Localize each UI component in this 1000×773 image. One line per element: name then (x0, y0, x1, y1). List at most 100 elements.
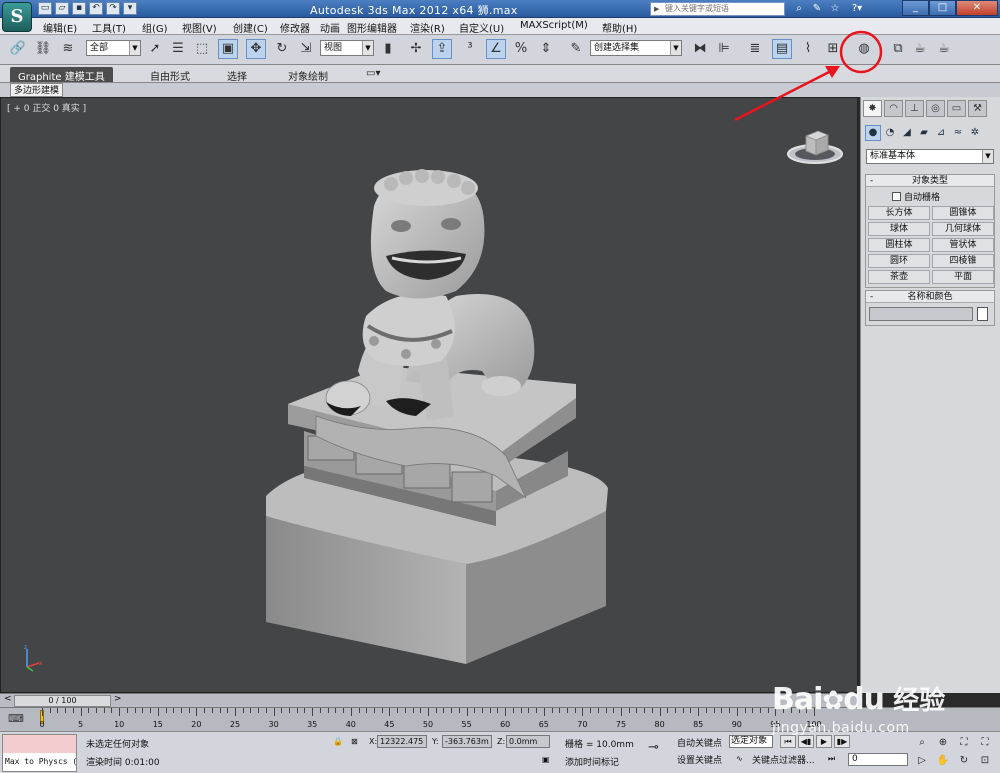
tab-freeform[interactable]: 自由形式 (142, 67, 198, 83)
x-coord-field[interactable]: 12322.475 (377, 735, 427, 748)
mirror-icon[interactable]: ⧓ (690, 39, 710, 59)
material-editor-icon[interactable]: ◍ (854, 39, 874, 59)
shapes-icon[interactable]: ◔ (882, 125, 898, 141)
binoculars-icon[interactable]: ⌕ (792, 2, 806, 15)
utilities-tab-icon[interactable]: ⚒ (968, 100, 987, 117)
geosphere-button[interactable]: 几何球体 (932, 222, 994, 236)
polygon-modeling-panel[interactable]: 多边形建模 (10, 83, 64, 97)
named-selection-dropdown[interactable]: 创建选择集 ▼ (590, 40, 682, 56)
tube-button[interactable]: 管状体 (932, 238, 994, 252)
key-selection-dropdown[interactable]: 选定对象 (729, 735, 773, 748)
bind-space-warp-icon[interactable]: ≋ (58, 39, 78, 59)
select-scale-icon[interactable]: ⇲ (296, 39, 316, 59)
pivot-center-icon[interactable]: ▮ (378, 39, 398, 59)
percent-snap-icon[interactable]: % (511, 39, 531, 59)
menu-animation[interactable]: 动画 (320, 20, 340, 35)
geometry-icon[interactable]: ● (865, 125, 881, 141)
search-input[interactable]: 键入关键字或短语 (650, 2, 785, 16)
systems-icon[interactable]: ✲ (967, 125, 983, 141)
time-tag-icon[interactable]: ▣ (542, 755, 550, 764)
ribbon-options-icon[interactable]: ▭▾ (358, 67, 388, 82)
star-icon[interactable]: ☆ (828, 2, 842, 15)
select-object-icon[interactable]: ➚ (145, 39, 165, 59)
layer-manager-icon[interactable]: ≣ (745, 39, 765, 59)
display-tab-icon[interactable]: ▭ (947, 100, 966, 117)
lock-icon[interactable]: 🔒 (333, 737, 343, 746)
add-time-tag-button[interactable]: 添加时间标记 (565, 755, 619, 768)
box-button[interactable]: 长方体 (868, 206, 930, 220)
rendered-frame-window-icon[interactable]: ☕ (910, 39, 930, 59)
prev-frame-arrow-icon[interactable]: < (4, 694, 12, 704)
hierarchy-tab-icon[interactable]: ⊥ (905, 100, 924, 117)
select-move-icon[interactable]: ✥ (246, 39, 266, 59)
unlink-icon[interactable]: ⛓ (33, 39, 53, 59)
go-to-start-icon[interactable]: ⏮ (780, 735, 796, 748)
cone-button[interactable]: 圆锥体 (932, 206, 994, 220)
project-folder-icon[interactable]: ▾ (123, 2, 137, 15)
pan-icon[interactable]: ✋ (933, 752, 953, 769)
absolute-mode-icon[interactable]: ⊠ (351, 737, 358, 746)
name-color-header[interactable]: - 名称和颜色 (866, 291, 994, 303)
menu-edit[interactable]: 编辑(E) (43, 20, 77, 35)
rectangular-region-icon[interactable]: ⬚ (192, 39, 212, 59)
key-filters-button[interactable]: 关键点过滤器... (752, 753, 815, 766)
edit-named-selection-icon[interactable]: ✎ (566, 39, 586, 59)
modify-tab-icon[interactable]: ◠ (884, 100, 903, 117)
key-icon[interactable]: ⊸ (648, 740, 670, 755)
maxscript-input[interactable] (3, 735, 76, 753)
orbit-icon[interactable]: ↻ (954, 752, 974, 769)
keyboard-shortcut-toggle-icon[interactable]: ⇪ (432, 39, 452, 59)
select-manipulate-icon[interactable]: ✢ (406, 39, 426, 59)
menu-graph-editors[interactable]: 图形编辑器 (347, 20, 397, 35)
object-name-field[interactable] (869, 307, 973, 321)
redo-icon[interactable]: ↷ (106, 2, 120, 15)
timeline-ruler[interactable]: 0 5 10 15 20 25 30 35 40 45 50 55 60 65 70 75 80 85 90 95 10… (39, 708, 842, 732)
auto-key-button[interactable]: 自动关键点 (677, 736, 722, 749)
menu-customize[interactable]: 自定义(U) (459, 20, 504, 35)
app-logo-icon[interactable]: S (2, 2, 32, 32)
help-icon[interactable]: ?▾ (846, 2, 868, 15)
select-rotate-icon[interactable]: ↻ (272, 39, 292, 59)
teapot-button[interactable]: 茶壶 (868, 270, 930, 284)
time-slider[interactable]: 0 / 100 (14, 695, 111, 707)
save-file-icon[interactable]: ▪ (72, 2, 86, 15)
lights-icon[interactable]: ◢ (899, 125, 915, 141)
object-color-swatch[interactable] (977, 307, 988, 321)
zoom-extents-icon[interactable]: ⛶ (954, 734, 974, 751)
object-type-header[interactable]: - 对象类型 (866, 175, 994, 187)
motion-tab-icon[interactable]: ◎ (926, 100, 945, 117)
perspective-viewport[interactable]: [ + 0 正交 0 真实 ] z x (0, 97, 858, 693)
menu-create[interactable]: 创建(C) (233, 20, 268, 35)
cameras-icon[interactable]: ▰ (916, 125, 932, 141)
play-icon[interactable]: ▶ (816, 735, 832, 748)
select-link-icon[interactable]: 🔗 (8, 39, 28, 59)
torus-button[interactable]: 圆环 (868, 254, 930, 268)
select-by-name-icon[interactable]: ☰ (168, 39, 188, 59)
menu-rendering[interactable]: 渲染(R) (410, 20, 445, 35)
plane-button[interactable]: 平面 (932, 270, 994, 284)
viewcube-icon[interactable] (784, 126, 846, 166)
window-crossing-icon[interactable]: ▣ (218, 39, 238, 59)
zoom-icon[interactable]: ⌕ (912, 734, 932, 751)
close-button[interactable]: ✕ (956, 0, 998, 16)
checkbox-icon[interactable] (892, 192, 901, 201)
tab-graphite-modeling[interactable]: Graphite 建模工具 (10, 67, 113, 83)
key-mode-curve-icon[interactable]: ∿ (736, 754, 743, 763)
render-setup-icon[interactable]: ⧉ (888, 39, 908, 59)
autogrid-checkbox[interactable]: 自动栅格 (892, 190, 994, 203)
zoom-all-icon[interactable]: ⊕ (933, 734, 953, 751)
snaps-toggle-icon[interactable]: ³ (460, 39, 480, 59)
pyramid-button[interactable]: 四棱锥 (932, 254, 994, 268)
mini-curve-editor-icon[interactable]: ⌨ (8, 712, 26, 726)
undo-icon[interactable]: ↶ (89, 2, 103, 15)
maximize-button[interactable]: □ (929, 0, 956, 16)
wrench-icon[interactable]: ✎ (810, 2, 824, 15)
open-file-icon[interactable]: ▱ (55, 2, 69, 15)
schematic-view-icon[interactable]: ⊞ (823, 39, 843, 59)
maximize-viewport-icon[interactable]: ⊡ (975, 752, 995, 769)
menu-views[interactable]: 视图(V) (182, 20, 217, 35)
space-warps-icon[interactable]: ≈ (950, 125, 966, 141)
lion-statue-model[interactable] (256, 166, 616, 666)
tab-selection[interactable]: 选择 (219, 67, 255, 83)
y-coord-field[interactable]: -363.763m (442, 735, 492, 748)
